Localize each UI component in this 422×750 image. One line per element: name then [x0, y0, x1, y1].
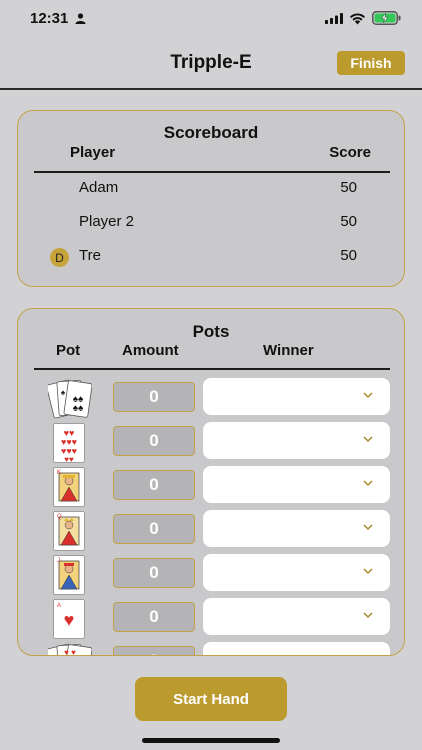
- pot-amount-field[interactable]: 0: [113, 558, 195, 588]
- battery-charging-icon: [372, 11, 401, 25]
- svg-text:♠♠: ♠♠: [73, 403, 84, 414]
- scoreboard-title: Scoreboard: [163, 123, 259, 142]
- chevron-down-icon: [363, 568, 373, 575]
- wifi-icon: [350, 13, 365, 25]
- pot-amount-field[interactable]: 0: [113, 426, 195, 456]
- status-bar: 12:31: [0, 0, 422, 38]
- pot-column-header: Pot: [56, 342, 81, 359]
- king-of-hearts-card-icon: K: [53, 467, 85, 507]
- svg-text:♥: ♥: [64, 610, 75, 630]
- chevron-down-icon: [363, 524, 373, 531]
- pot-row: K 0: [18, 465, 404, 509]
- winner-select[interactable]: [203, 510, 390, 547]
- winner-column-header: Winner: [263, 342, 314, 359]
- winner-select[interactable]: [203, 598, 390, 635]
- scoreboard-row: Adam 50: [18, 171, 404, 205]
- svg-text:♥ ♥: ♥ ♥: [64, 648, 76, 656]
- player-column-header: Player: [70, 144, 116, 161]
- spades-fan-card-icon: ♠♠ ♠♠ ♠: [48, 379, 92, 419]
- status-time: 12:31: [30, 10, 69, 27]
- player-name: Adam: [79, 179, 119, 196]
- scoreboard-row: Player 2 50: [18, 205, 404, 239]
- pot-row: Q 0: [18, 509, 404, 553]
- pot-row: ♥ ♥ 0: [18, 641, 404, 656]
- chevron-down-icon: [363, 480, 373, 487]
- chevron-down-icon: [363, 392, 373, 399]
- svg-text:J: J: [57, 558, 60, 564]
- pot-row: J 0: [18, 553, 404, 597]
- nav-divider: [0, 88, 422, 90]
- cellular-signal-icon: [325, 13, 343, 24]
- winner-select[interactable]: [203, 642, 390, 655]
- pot-row: A ♥ 0: [18, 597, 404, 641]
- winner-select[interactable]: [203, 422, 390, 459]
- svg-text:Q: Q: [57, 514, 62, 520]
- svg-text:K: K: [57, 470, 61, 476]
- player-score: 50: [340, 213, 357, 230]
- person-icon: [75, 13, 86, 24]
- hearts-fan-card-icon: ♥ ♥: [48, 643, 92, 656]
- winner-select[interactable]: [203, 554, 390, 591]
- chevron-down-icon: [363, 612, 373, 619]
- scoreboard-panel: Scoreboard Player Score Adam 50 Player 2…: [17, 110, 405, 287]
- dealer-badge: D: [50, 248, 69, 267]
- pot-amount-field[interactable]: 0: [113, 514, 195, 544]
- start-hand-button[interactable]: Start Hand: [135, 677, 287, 721]
- score-column-header: Score: [329, 144, 371, 161]
- ten-of-hearts-card-icon: ♥♥ ♥♥♥ ♥♥♥ ♥♥: [53, 423, 85, 463]
- player-name: Player 2: [79, 213, 135, 230]
- scoreboard-row: D Tre 50: [18, 239, 404, 273]
- player-score: 50: [340, 247, 357, 264]
- amount-column-header: Amount: [122, 342, 179, 359]
- pot-row: ♠♠ ♠♠ ♠ 0: [18, 377, 404, 421]
- home-indicator: [142, 738, 280, 743]
- finish-button[interactable]: Finish: [337, 51, 405, 75]
- ace-of-hearts-card-icon: A ♥: [53, 599, 85, 639]
- pots-title: Pots: [192, 322, 230, 341]
- player-name: Tre: [79, 247, 101, 264]
- pot-amount-field[interactable]: 0: [113, 382, 195, 412]
- pot-row: ♥♥ ♥♥♥ ♥♥♥ ♥♥ 0: [18, 421, 404, 465]
- queen-of-hearts-card-icon: Q: [53, 511, 85, 551]
- winner-select[interactable]: [203, 378, 390, 415]
- pots-panel[interactable]: Pots Pot Amount Winner ♠♠ ♠♠ ♠ 0 ♥♥ ♥♥♥ …: [17, 308, 405, 656]
- chevron-down-icon: [363, 436, 373, 443]
- pot-amount-field[interactable]: 0: [113, 470, 195, 500]
- winner-select[interactable]: [203, 466, 390, 503]
- svg-text:♥♥: ♥♥: [64, 455, 74, 463]
- pot-amount-field[interactable]: 0: [113, 646, 195, 655]
- player-score: 50: [340, 179, 357, 196]
- jack-of-hearts-card-icon: J: [53, 555, 85, 595]
- svg-text:A: A: [57, 603, 61, 609]
- pots-divider: [34, 368, 390, 370]
- pot-amount-field[interactable]: 0: [113, 602, 195, 632]
